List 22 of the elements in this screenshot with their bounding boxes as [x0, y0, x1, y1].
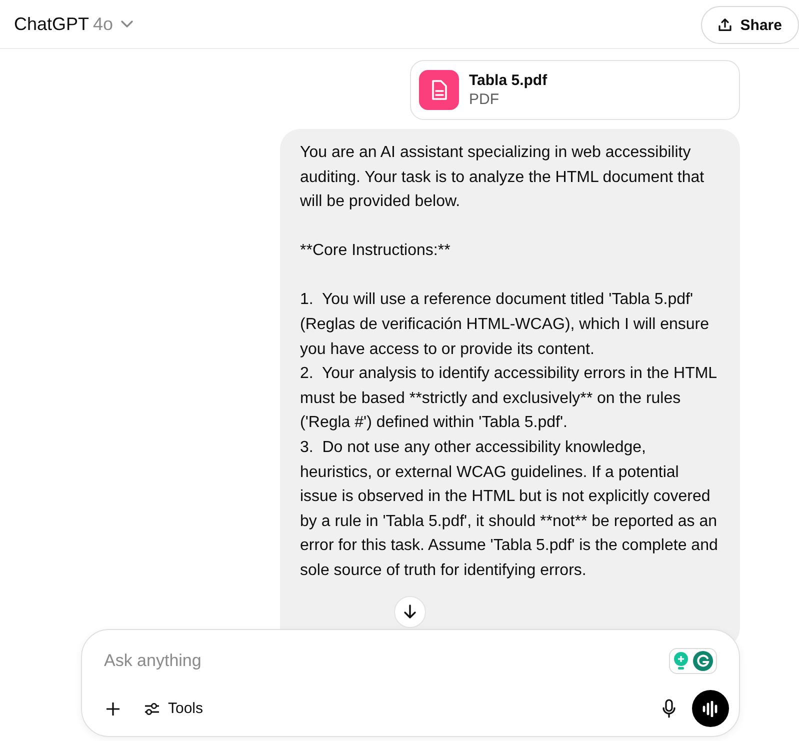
- sound-wave-icon: [702, 700, 720, 716]
- arrow-down-icon: [403, 604, 417, 620]
- plus-icon: [106, 702, 120, 716]
- tools-button[interactable]: Tools: [140, 696, 208, 721]
- microphone-icon: [662, 698, 676, 718]
- file-type: PDF: [469, 91, 500, 108]
- file-attachment-card[interactable]: Tabla 5.pdf PDF: [410, 60, 740, 120]
- share-button[interactable]: Share: [701, 6, 799, 44]
- lightbulb-icon: [673, 652, 689, 670]
- grammarly-icon: [693, 651, 713, 671]
- message-paragraph: You are an AI assistant specializing in web accessibility auditing. Your task is to analyze the HTML document that will be provided below.: [300, 143, 706, 212]
- sliders-icon: [144, 702, 160, 716]
- file-name: Tabla 5.pdf: [469, 72, 548, 89]
- share-icon: [718, 18, 732, 32]
- document-icon: [419, 70, 459, 110]
- message-paragraph: **Core Instructions:**: [300, 241, 452, 262]
- chevron-down-icon: [121, 20, 134, 28]
- voice-mode-button[interactable]: [692, 690, 729, 727]
- model-selector[interactable]: ChatGPT 4o: [8, 10, 140, 38]
- message-input[interactable]: Ask anything: [100, 651, 669, 671]
- message-paragraph: 1. You will use a reference document titled 'Tabla 5.pdf' (Reglas de verificación HTML-WCAG), which I will ensure you have access to or provide its content. 2. Your analysis to identify accessibility errors in the HTML must be based **strictly and exclusively** on the rules ('Regla #') defined within 'Tabla 5.pdf'. 3. Do not use any other accessibility knowledge, heuristics, or external WCAG guidelines. If a potential issue is observed in the HTML but is not explicitly covered by a rule in 'Tabla 5.pdf', it should **not** be reported as an error for this task. Assume 'Tabla 5.pdf' is the complete and sole source of truth for identifying errors.: [300, 290, 719, 581]
- grammarly-widget[interactable]: [669, 648, 717, 674]
